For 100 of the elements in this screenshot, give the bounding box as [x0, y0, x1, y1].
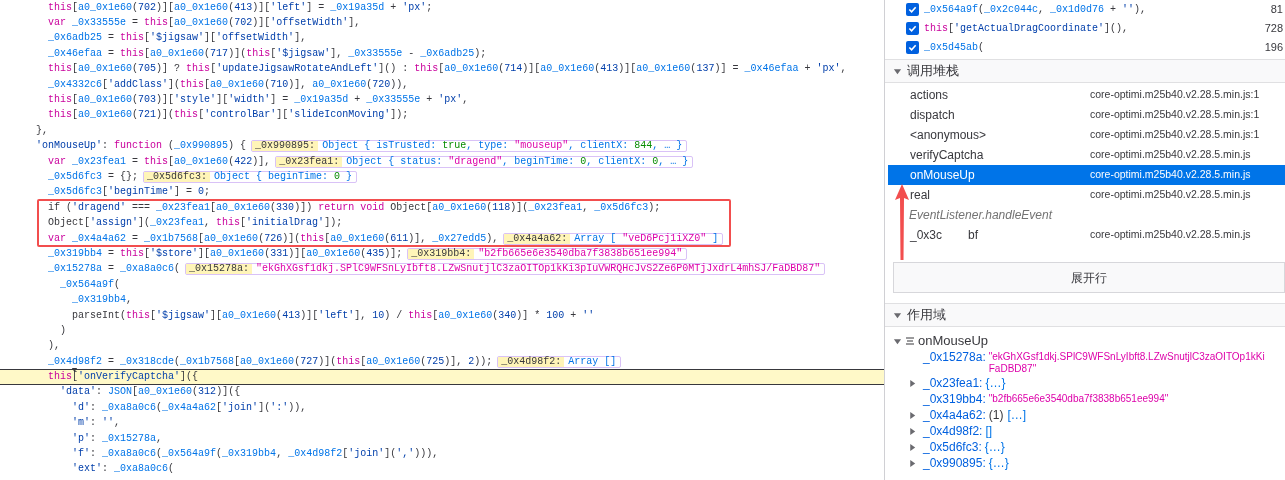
frame-name: real [910, 187, 930, 204]
frame-name: <anonymous> [910, 127, 987, 144]
variable-name: _0x319bb4: [923, 393, 986, 405]
preview-value: "b2fb665e6e3540dba7f3838b651ee994" [477, 248, 684, 259]
preview-label: _0x990895: [252, 141, 319, 152]
disclosure-triangle-icon[interactable] [893, 310, 902, 320]
code-line: parseInt(this['$jigsaw'][a0_0x1e60(413)]['left'], 10) / this[a0_0x1e60(340)] * 100 + '' [71, 310, 595, 321]
code-line: _0x4d98f2 = _0x318cde(_0x1b7568[a0_0x1e60(727)](this[a0_0x1e60(725)], 2)); [47, 356, 493, 367]
disclosure-triangle-icon[interactable] [908, 410, 917, 420]
scope-name: onMouseUp [918, 332, 989, 351]
code-line: _0x15278a = _0xa8a0c6( [47, 264, 181, 275]
code-line: ) [59, 325, 66, 336]
code-line: if ('dragend' === _0x23fea1[a0_0x1e60(330)]) return void Object[a0_0x1e60(118)](_0x23fea1, _0x5d6fc3); [47, 202, 661, 213]
preview-value: Array [] [567, 356, 618, 367]
variable-value: {…} [984, 441, 1005, 453]
preview-value: Object { beginTime: 0 } [213, 172, 354, 182]
preview-label: _0x5d6fc3: [144, 172, 211, 182]
call-stack-frame[interactable]: verifyCaptcha core-optimi.m25b40.v2.28.5.min.js [888, 145, 1285, 165]
call-stack-frame[interactable]: onMouseUp core-optimi.m25b40.v2.28.5.min.js [888, 165, 1285, 185]
preview-label: _0x319bb4: [408, 248, 475, 259]
disclosure-triangle-icon[interactable] [908, 426, 917, 436]
variable-name: _0x23fea1: [923, 377, 983, 389]
code-line: 'ext': _0xa8a0c6( [71, 464, 175, 475]
code-line: 'm': '', [71, 418, 121, 429]
frame-name: onMouseUp [910, 167, 975, 184]
code-line: _0x4332c6['addClass'](this[a0_0x1e60(710)], a0_0x1e60(720)), [47, 79, 409, 90]
code-line: this[a0_0x1e60(703)]['style']['width'] = _0x19a35d + _0x33555e + 'px', [47, 95, 469, 106]
variable-value: [] [985, 425, 993, 437]
code-line: _0x5d6fc3['beginTime'] = 0; [47, 187, 211, 198]
preview-label: _0x23fea1: [276, 156, 343, 167]
line-number: 196 [1264, 40, 1284, 56]
breakpoint-code: _0x564a9f(_0x2c044c, _0x1d0d76 + ''), [924, 3, 1147, 17]
section-header[interactable]: 调用堆栈 [885, 59, 1285, 83]
call-stack-frame[interactable]: _0x3c bf core-optimi.m25b40.v2.28.5.min.js [888, 225, 1285, 245]
preview-label: _0x4d98f2: [498, 356, 565, 367]
disclosure-triangle-icon[interactable] [908, 458, 917, 468]
variable-name: _0x990895: [923, 457, 986, 469]
code-line: 'p': _0x15278a, [71, 433, 163, 444]
code-line: }, [35, 125, 48, 136]
call-stack-frame[interactable]: <anonymous> core-optimi.m25b40.v2.28.5.min.js:1 [888, 125, 1285, 145]
item-count: (1) [988, 409, 1004, 421]
preview-label: _0x15278a: [186, 264, 253, 275]
line-number: 728 [1264, 21, 1284, 37]
disclosure-triangle-icon[interactable] [908, 442, 917, 452]
variable-value: {…} [985, 377, 1006, 389]
code-line: 'd': _0xa8a0c6(_0x4a4a62['join'](':')), [71, 402, 307, 413]
code-line: ), [47, 341, 60, 352]
variable-name: _0x4d98f2: [923, 425, 983, 437]
code-line: 'onMouseUp': function (_0x990895) { [35, 141, 247, 152]
frame-location: core-optimi.m25b40.v2.28.5.min.js:1 [1090, 107, 1260, 123]
call-stack-frame[interactable]: real core-optimi.m25b40.v2.28.5.min.js [888, 185, 1285, 205]
frame-location: core-optimi.m25b40.v2.28.5.min.js [1090, 227, 1251, 243]
code-line: var _0x33555e = this[a0_0x1e60(702)]['offsetWidth'], [47, 18, 361, 29]
section-title: 作用域 [907, 306, 946, 325]
frame-location: core-optimi.m25b40.v2.28.5.min.js [1090, 147, 1251, 163]
frame-name: actions [910, 87, 949, 104]
disclosure-triangle-icon[interactable] [893, 336, 902, 346]
breakpoint-code: _0x5d45ab( [924, 41, 985, 55]
preview-value: Object { status: "dragend", beginTime: 0, clientX: 0, … } [345, 156, 690, 167]
variable-name: _0x5d6fc3: [923, 441, 982, 453]
code-line: _0x319bb4 = this['$store'][a0_0x1e60(331)][a0_0x1e60(435)]; [47, 248, 403, 259]
variable-name: _0x15278a: [923, 351, 986, 363]
code-line: _0x46efaa = this[a0_0x1e60(717)](this['$jigsaw'], _0x33555e - _0x6adb25); [47, 48, 487, 59]
breakpoint-checkbox[interactable] [906, 3, 919, 16]
frame-location: core-optimi.m25b40.v2.28.5.min.js:1 [1090, 127, 1260, 143]
frame-name-end: bf [968, 227, 979, 244]
block-scope-icon [905, 336, 915, 346]
variable-value: […] [1007, 409, 1027, 421]
frame-name: _0x3c [910, 227, 943, 244]
variable-value: "b2fb665e6e3540dba7f3838b651ee994" [988, 393, 1169, 405]
preview-value: "ekGhXGsf1dkj.SPlC9WFSnLyIbft8.LZwSnutjlC3zaOITOp1kKi3pIuVWRQHcJvS2Ze6P0MTjJxdrL4mhSJ/FaDBD87" [255, 264, 822, 275]
disclosure-triangle-icon[interactable] [908, 378, 917, 388]
section-header[interactable]: 作用域 [885, 303, 1285, 327]
frame-group-label: EventListener.handleEvent [909, 207, 1052, 224]
expand-rows-button[interactable]: 展开行 [893, 262, 1285, 293]
code-line: 'f': _0xa8a0c6(_0x564a9f(_0x319bb4, _0x4d98f2['join'](','))), [71, 449, 439, 459]
variable-value: "ekGhXGsf1dkj.SPlC9WFSnLyIbft8.LZwSnutjlC3zaOITOp1kKi FaDBD87" [988, 351, 1265, 375]
call-stack-frame[interactable]: dispatch core-optimi.m25b40.v2.28.5.min.js:1 [888, 105, 1285, 125]
call-stack-frame[interactable]: actions core-optimi.m25b40.v2.28.5.min.js:1 [888, 85, 1285, 105]
disclosure-triangle-icon[interactable] [893, 66, 902, 76]
code-line: this[a0_0x1e60(702)][a0_0x1e60(413)]['left'] = _0x19a35d + 'px'; [47, 2, 433, 13]
section-title: 调用堆栈 [907, 62, 959, 81]
paused-code-line: this['onVerifyCaptcha']({ [47, 372, 199, 383]
code-line: _0x564a9f( [59, 279, 121, 290]
frame-location: core-optimi.m25b40.v2.28.5.min.js:1 [1090, 87, 1260, 103]
code-line: _0x6adb25 = this['$jigsaw']['offsetWidth'], [47, 33, 307, 44]
code-line: var _0x4a4a62 = _0x1b7568[a0_0x1e60(726)](this[a0_0x1e60(611)], _0x27edd5), [47, 233, 499, 244]
line-number: 81 [1270, 2, 1284, 18]
code-line: var _0x23fea1 = this[a0_0x1e60(422)], [47, 156, 271, 167]
frame-location: core-optimi.m25b40.v2.28.5.min.js [1090, 167, 1251, 183]
preview-value: Object { isTrusted: true, type: "mouseup", clientX: 844, … } [321, 141, 684, 152]
breakpoint-checkbox[interactable] [906, 41, 919, 54]
breakpoint-checkbox[interactable] [906, 22, 919, 35]
preview-label: _0x4a4a62: [504, 233, 571, 244]
variable-value: {…} [988, 457, 1009, 469]
breakpoint-code: this['getActualDragCoordinate'](), [924, 22, 1129, 36]
code-line: this[a0_0x1e60(721)](this['controlBar']['slideIconMoving']); [47, 110, 409, 121]
code-line: _0x5d6fc3 = {}; [47, 172, 139, 182]
variable-name: _0x4a4a62: [923, 409, 986, 421]
code-line: _0x319bb4, [71, 295, 133, 306]
